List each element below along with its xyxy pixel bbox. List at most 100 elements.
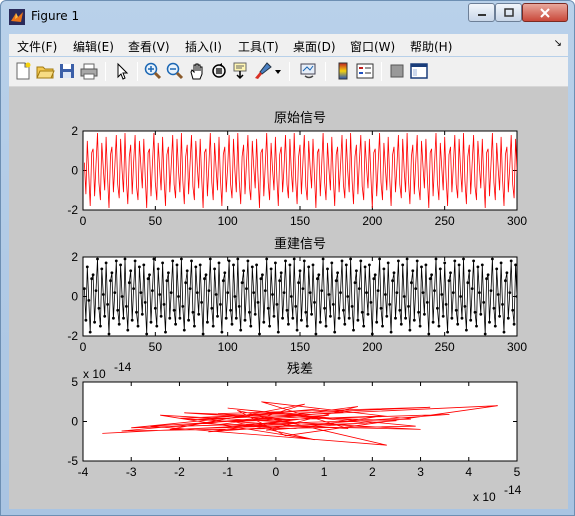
data-point	[175, 263, 179, 267]
data-point	[365, 291, 368, 294]
data-point	[460, 316, 464, 320]
link-plot-icon[interactable]	[299, 61, 319, 81]
data-point	[444, 303, 448, 306]
data-point	[261, 273, 264, 277]
data-cursor-icon[interactable]	[231, 61, 251, 81]
data-point	[450, 316, 454, 320]
hide-plot-tools-icon[interactable]	[387, 61, 407, 81]
menu-desktop[interactable]: 桌面(D)	[293, 38, 336, 55]
menu-tools[interactable]: 工具(T)	[238, 38, 279, 55]
new-figure-icon[interactable]	[13, 61, 33, 81]
data-point	[289, 295, 293, 298]
data-point	[404, 316, 407, 320]
data-point	[172, 308, 176, 312]
data-point	[466, 281, 470, 285]
save-icon[interactable]	[57, 61, 77, 81]
data-point	[193, 324, 196, 328]
data-point	[489, 289, 493, 292]
data-point	[384, 293, 387, 296]
data-point	[279, 271, 283, 275]
menu-edit[interactable]: 编辑(E)	[73, 38, 114, 55]
data-point	[142, 263, 146, 267]
data-point	[333, 330, 337, 334]
data-point	[252, 291, 256, 294]
data-point	[195, 291, 199, 294]
data-point	[208, 257, 212, 261]
x-tick-label: 150	[290, 214, 310, 228]
menu-insert[interactable]: 插入(I)	[185, 38, 222, 55]
data-point	[363, 265, 367, 269]
data-point	[524, 269, 527, 272]
y-exponent-power: -14	[114, 360, 132, 374]
x-tick-label: 200	[362, 214, 382, 228]
data-point	[437, 324, 441, 328]
data-point	[347, 316, 351, 320]
x-tick-label: 200	[362, 340, 382, 354]
data-point	[550, 325, 553, 328]
data-point	[88, 330, 92, 334]
data-point	[389, 330, 393, 334]
data-point	[412, 318, 416, 322]
colorbar-icon[interactable]	[333, 61, 353, 81]
data-point	[234, 316, 238, 320]
data-point	[326, 267, 329, 271]
close-button[interactable]	[522, 3, 568, 22]
data-point	[114, 259, 118, 263]
zoom-in-icon[interactable]	[143, 61, 163, 81]
x-tick-label: 50	[149, 214, 163, 228]
data-point	[119, 263, 122, 267]
data-point	[236, 257, 240, 261]
data-point	[368, 263, 371, 267]
y-tick-label: 2	[71, 124, 78, 138]
minimize-button[interactable]	[468, 3, 495, 22]
data-point	[405, 257, 409, 261]
data-point	[96, 257, 99, 261]
data-point	[271, 293, 274, 296]
print-icon[interactable]	[79, 61, 99, 81]
y-tick-label: 0	[71, 415, 78, 429]
menu-file[interactable]: 文件(F)	[17, 38, 57, 55]
data-point	[219, 303, 222, 306]
data-point	[438, 267, 442, 271]
brush-dropdown-icon[interactable]	[273, 61, 283, 81]
data-point	[330, 261, 334, 265]
data-point	[462, 257, 465, 261]
legend-icon[interactable]	[355, 61, 375, 81]
select-arrow-icon[interactable]	[112, 61, 132, 81]
data-point	[392, 271, 396, 275]
data-point	[359, 259, 363, 263]
data-point	[123, 257, 127, 261]
window-title: Figure 1	[31, 9, 80, 23]
menu-window[interactable]: 窗口(W)	[350, 38, 395, 55]
data-point	[449, 271, 452, 275]
data-point	[316, 277, 319, 281]
data-point	[488, 320, 491, 324]
open-icon[interactable]	[35, 61, 55, 81]
pan-hand-icon[interactable]	[187, 61, 207, 81]
data-point	[216, 314, 219, 318]
zoom-out-icon[interactable]	[165, 61, 185, 81]
title-bar[interactable]: Figure 1	[1, 1, 574, 33]
rotate-3d-icon[interactable]	[209, 61, 229, 81]
data-point	[239, 328, 243, 332]
data-point	[162, 303, 166, 306]
data-point	[174, 322, 178, 326]
menu-help[interactable]: 帮助(H)	[410, 38, 452, 55]
data-point	[526, 319, 529, 322]
menu-view[interactable]: 查看(V)	[128, 38, 170, 55]
data-point	[479, 312, 483, 316]
menu-arrow-icon[interactable]: ↘	[554, 38, 562, 49]
brush-icon[interactable]	[253, 61, 273, 81]
y-tick-label: -5	[67, 454, 78, 468]
data-point	[226, 291, 230, 294]
data-point	[414, 287, 418, 290]
show-plot-tools-icon[interactable]	[409, 61, 429, 81]
data-point	[456, 322, 460, 326]
data-point	[188, 287, 192, 290]
data-point	[262, 320, 266, 324]
data-point	[527, 287, 530, 290]
x-exponent-label: x 10	[473, 490, 496, 504]
data-point	[297, 281, 300, 285]
data-point	[321, 257, 325, 261]
maximize-button[interactable]	[495, 3, 522, 22]
